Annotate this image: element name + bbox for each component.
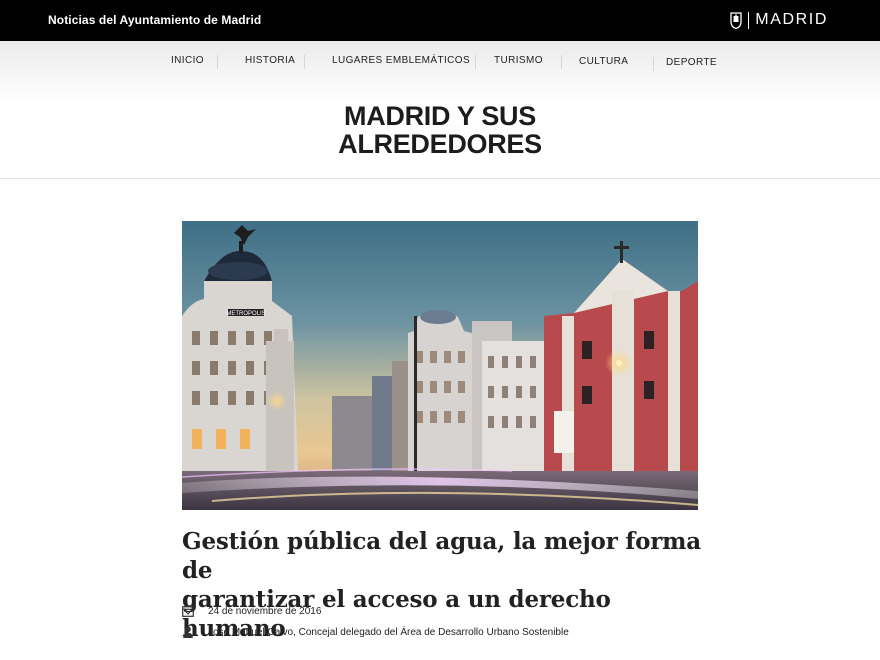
nav-separator: [561, 55, 562, 69]
nav-separator: [475, 55, 476, 69]
section-title-line-1: MADRID Y SUS: [344, 101, 536, 131]
madrid-crest-icon: [730, 11, 742, 29]
section-title: MADRID Y SUS ALREDEDORES: [0, 102, 880, 158]
top-bar: Noticias del Ayuntamiento de Madrid MADR…: [0, 0, 880, 41]
nav-item-lugares-emblematicos[interactable]: LUGARES EMBLEMÁTICOS: [332, 55, 470, 66]
nav-item-cultura[interactable]: CULTURA: [579, 56, 628, 67]
gran-via-photo: METROPOLIS: [182, 221, 698, 510]
hero-image[interactable]: METROPOLIS: [182, 221, 698, 510]
logo-divider: [748, 11, 750, 29]
metropolis-sign: METROPOLIS: [226, 311, 265, 317]
nav-separator: [653, 57, 654, 71]
article-author-row: José Manuel Calvo, Concejal delegado del…: [182, 625, 569, 639]
nav-item-inicio[interactable]: INICIO: [171, 55, 204, 66]
article-author: José Manuel Calvo, Concejal delegado del…: [208, 626, 569, 638]
headline-line-1: Gestión pública del agua, la mejor forma…: [182, 528, 702, 584]
nav-item-turismo[interactable]: TURISMO: [494, 55, 543, 66]
main-nav: INICIO HISTORIA LUGARES EMBLEMÁTICOS TUR…: [0, 55, 880, 71]
article-date: 24 de noviembre de 2016: [208, 605, 322, 617]
section-title-line-2: ALREDEDORES: [338, 129, 542, 159]
calendar-icon: [182, 605, 194, 617]
user-icon: [183, 626, 193, 638]
site-title[interactable]: Noticias del Ayuntamiento de Madrid: [48, 13, 261, 27]
brand-name: MADRID: [755, 11, 828, 28]
nav-item-deporte[interactable]: DEPORTE: [666, 57, 717, 68]
nav-band: [0, 41, 880, 103]
nav-separator: [217, 55, 218, 69]
nav-separator: [304, 55, 305, 69]
nav-item-historia[interactable]: HISTORIA: [245, 55, 295, 66]
madrid-logo[interactable]: MADRID: [730, 10, 828, 30]
article-date-row: 24 de noviembre de 2016: [182, 604, 321, 618]
header-divider: [0, 178, 880, 179]
